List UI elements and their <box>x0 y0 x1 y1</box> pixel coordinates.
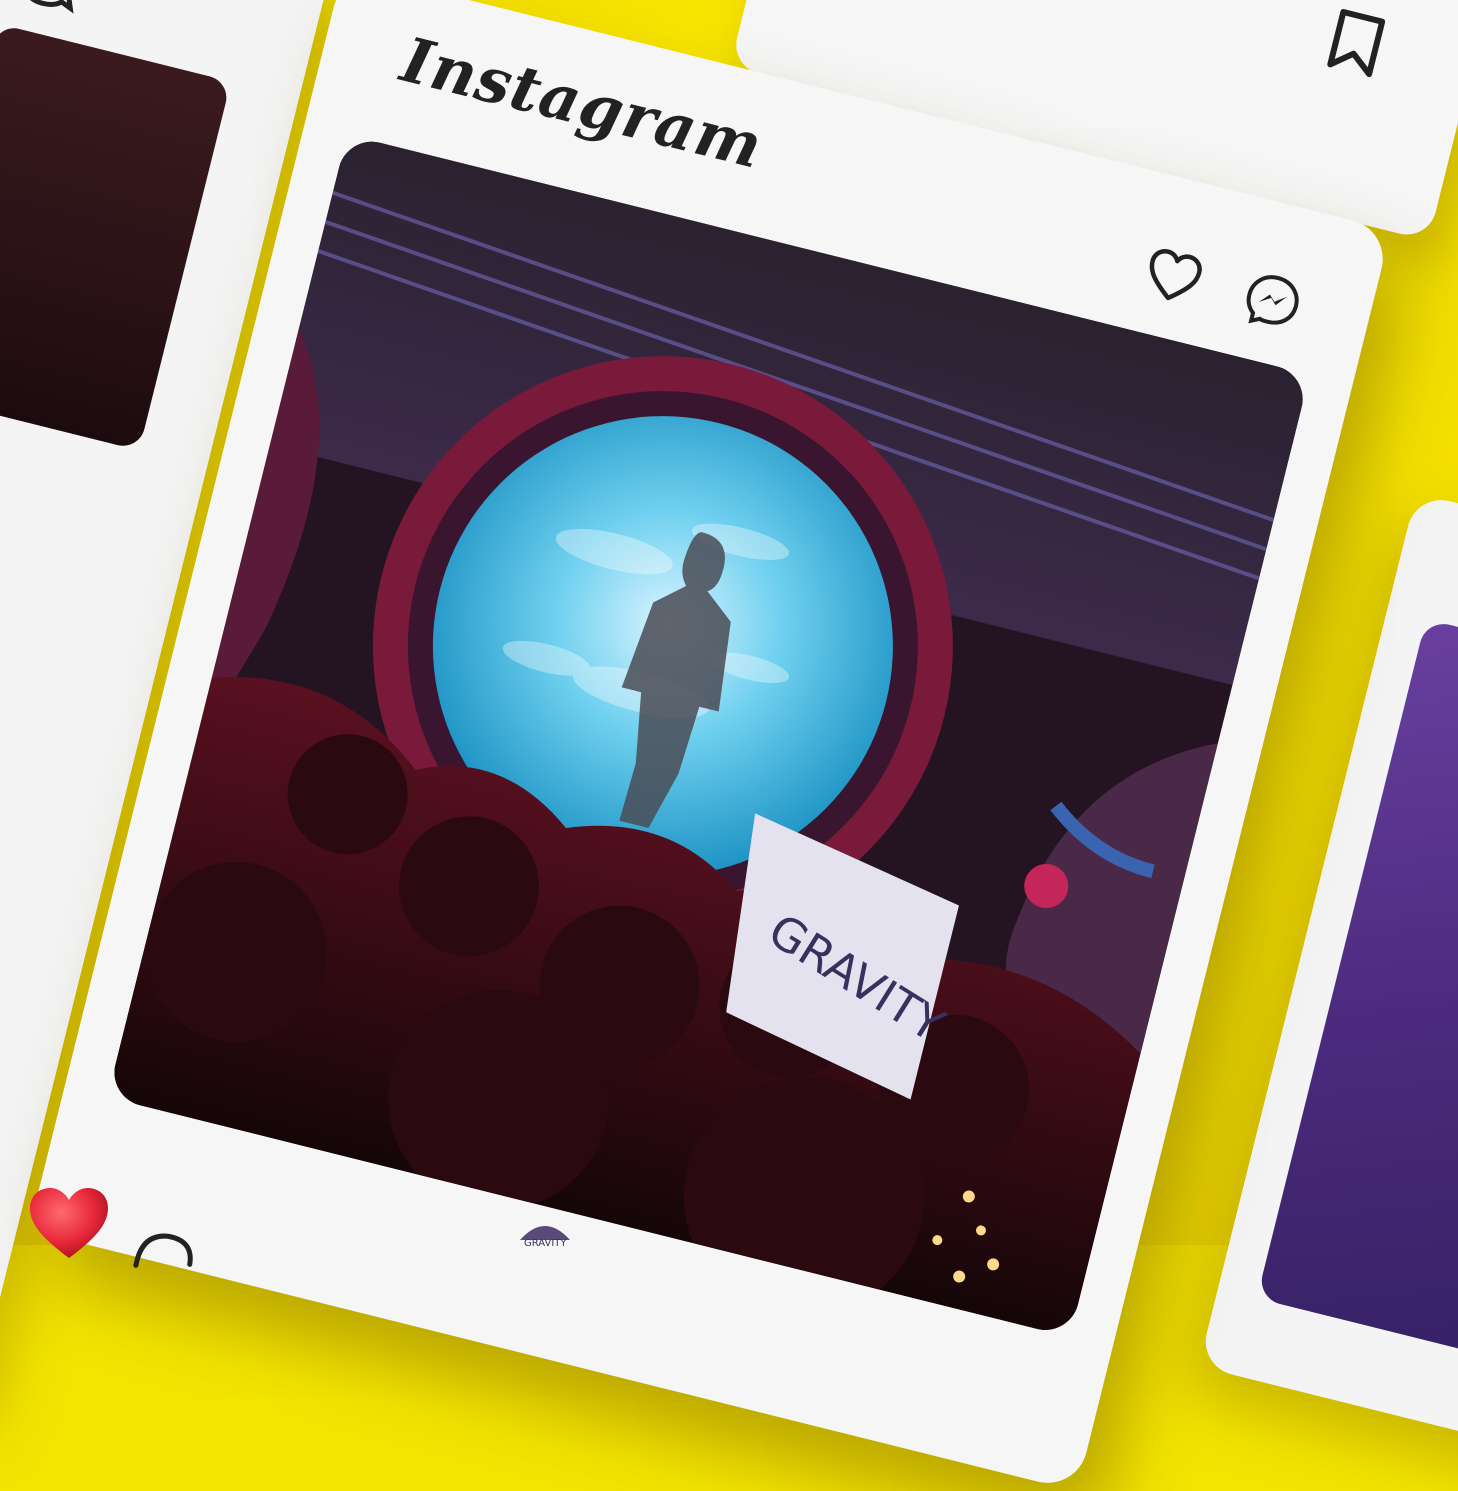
liked-heart-3d-icon[interactable] <box>24 1178 114 1268</box>
gravity-logo: GRAVITY <box>510 1210 580 1250</box>
post-actions <box>1139 243 1306 336</box>
post-photo-concert[interactable]: GRAVITY <box>107 134 1310 1338</box>
messenger-icon[interactable] <box>1238 267 1306 335</box>
previous-post-image[interactable] <box>0 23 231 451</box>
gravity-logo-text: GRAVITY <box>524 1238 567 1249</box>
like-heart-icon[interactable] <box>1139 243 1207 311</box>
